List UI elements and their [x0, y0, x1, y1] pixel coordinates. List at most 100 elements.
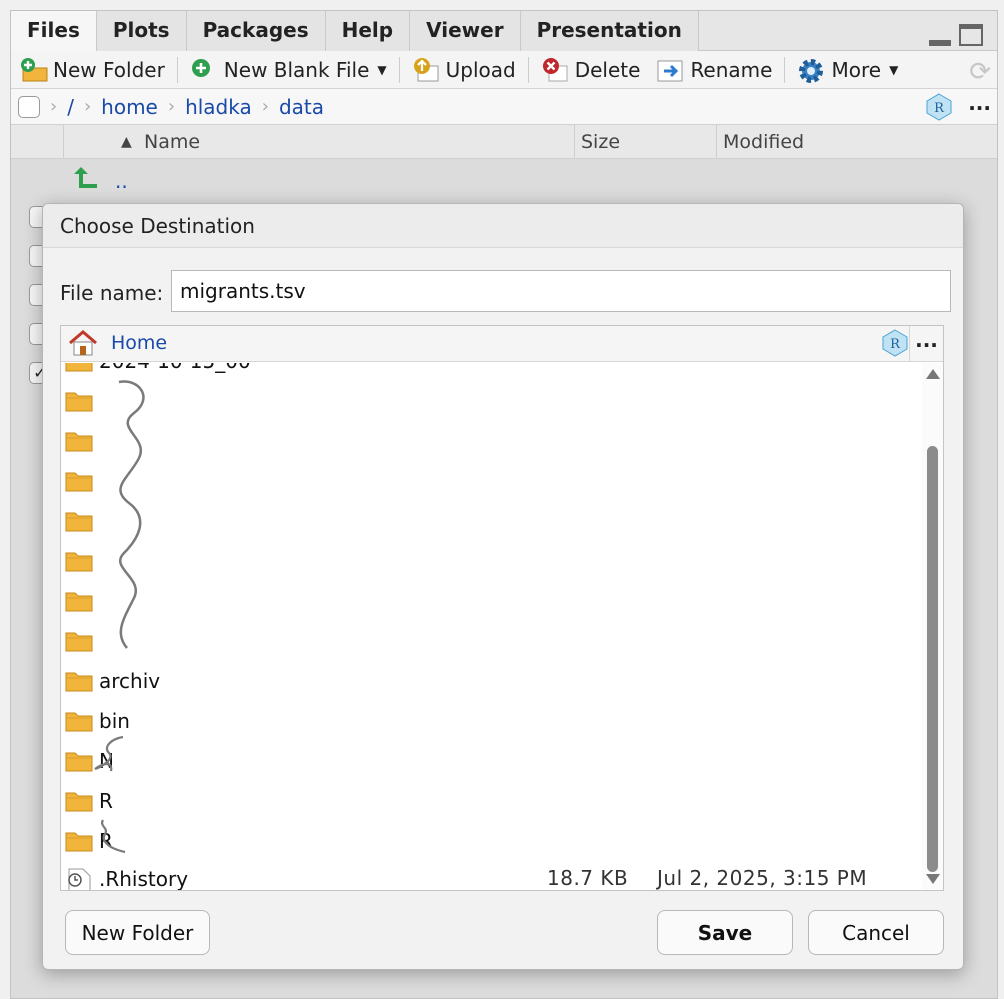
size-column-header[interactable]: Size — [574, 125, 716, 159]
tab-help[interactable]: Help — [325, 11, 411, 51]
list-item[interactable]: bin — [61, 702, 923, 742]
up-arrow-icon — [71, 166, 101, 197]
maximize-icon[interactable] — [959, 24, 983, 46]
rename-label: Rename — [690, 57, 773, 82]
chevron-right-icon: › — [50, 96, 58, 117]
folder-icon — [65, 470, 93, 496]
new-folder-label: New Folder — [53, 57, 165, 82]
gear-icon — [797, 57, 824, 83]
file-name-input[interactable] — [171, 270, 951, 312]
chevron-right-icon: › — [261, 96, 269, 117]
list-item[interactable]: archiv — [61, 662, 923, 702]
breadcrumb-hladka[interactable]: hladka — [185, 95, 252, 119]
folder-icon — [65, 363, 93, 376]
breadcrumb: › / › home › hladka › data R ... — [11, 89, 997, 125]
list-item[interactable] — [61, 462, 923, 502]
toolbar-divider — [784, 56, 786, 83]
sort-ascending-icon: ▲ — [121, 134, 132, 150]
new-blank-file-button[interactable]: New Blank File ▼ — [182, 55, 395, 85]
history-file-icon — [65, 868, 93, 890]
parent-directory-row[interactable]: .. — [71, 166, 128, 196]
more-label: More — [831, 57, 882, 82]
tab-presentation[interactable]: Presentation — [520, 11, 699, 51]
upload-button[interactable]: Upload — [404, 55, 524, 85]
new-folder-button[interactable]: New Folder — [65, 910, 210, 955]
folder-icon — [65, 430, 93, 456]
upload-icon — [412, 57, 439, 83]
list-item[interactable] — [61, 502, 923, 542]
select-all-checkbox[interactable] — [18, 95, 40, 118]
list-item[interactable] — [61, 622, 923, 662]
save-button[interactable]: Save — [657, 910, 793, 955]
more-options-icon[interactable]: ... — [968, 91, 991, 115]
delete-icon — [541, 57, 568, 83]
folder-icon — [65, 830, 93, 856]
breadcrumb-data[interactable]: data — [279, 95, 324, 119]
item-name: .Rhistory — [99, 867, 189, 890]
destination-file-list: 2024-10-15_00 — [61, 363, 923, 890]
file-list-header: ▲ Name Size Modified — [11, 125, 997, 159]
tab-packages[interactable]: Packages — [186, 11, 326, 51]
folder-icon — [65, 750, 93, 776]
scroll-down-icon[interactable] — [926, 874, 940, 884]
list-item[interactable]: N — [61, 742, 923, 782]
list-item[interactable]: R — [61, 782, 923, 822]
folder-icon — [65, 670, 93, 696]
folder-icon — [65, 590, 93, 616]
r-project-icon[interactable]: R — [881, 329, 909, 361]
item-modified: Jul 2, 2025, 3:15 PM — [657, 866, 868, 890]
folder-icon — [65, 550, 93, 576]
minimize-icon[interactable] — [929, 24, 951, 46]
name-column-header[interactable]: ▲ Name — [63, 125, 574, 159]
list-item[interactable] — [61, 542, 923, 582]
file-name-label: File name: — [60, 281, 164, 305]
more-button[interactable]: More ▼ — [789, 55, 906, 85]
window-controls — [929, 24, 983, 46]
cancel-button[interactable]: Cancel — [808, 910, 944, 955]
modified-column-header[interactable]: Modified — [716, 125, 999, 159]
item-name: 2024-10-15_00 — [99, 363, 251, 374]
tab-files[interactable]: Files — [11, 11, 97, 51]
list-item[interactable]: R — [61, 822, 923, 862]
list-item[interactable] — [61, 422, 923, 462]
chevron-down-icon: ▼ — [377, 62, 387, 77]
folder-icon — [65, 630, 93, 656]
rename-icon — [656, 57, 683, 83]
item-name: R — [99, 829, 113, 853]
new-blank-file-label: New Blank File — [223, 57, 370, 82]
item-size: 18.7 KB — [547, 866, 629, 890]
tab-plots[interactable]: Plots — [96, 11, 187, 51]
parent-directory-link[interactable]: .. — [115, 169, 128, 193]
new-folder-icon — [19, 57, 48, 83]
breadcrumb-home[interactable]: home — [101, 95, 158, 119]
vertical-scrollbar[interactable] — [922, 363, 943, 890]
scroll-up-icon[interactable] — [926, 369, 940, 379]
refresh-icon[interactable]: ⟳ — [969, 57, 991, 87]
list-item[interactable] — [61, 582, 923, 622]
chevron-right-icon: › — [83, 96, 92, 117]
delete-label: Delete — [574, 57, 641, 82]
upload-label: Upload — [445, 57, 516, 82]
chevron-down-icon: ▼ — [889, 62, 899, 77]
new-folder-button[interactable]: New Folder — [11, 55, 173, 85]
r-project-icon[interactable]: R — [925, 93, 953, 126]
folder-icon — [65, 790, 93, 816]
destination-browser: Home R ... 2024-10-15_00 — [60, 325, 944, 891]
list-item[interactable] — [61, 382, 923, 422]
list-item[interactable]: .Rhistory 18.7 KB Jul 2, 2025, 3:15 PM — [61, 860, 923, 890]
home-link[interactable]: Home — [111, 330, 167, 356]
browser-location-bar: Home R ... — [61, 326, 943, 362]
svg-text:R: R — [934, 101, 945, 116]
folder-icon — [65, 390, 93, 416]
more-options-icon[interactable]: ... — [909, 326, 943, 362]
item-name: R — [99, 789, 113, 813]
home-icon[interactable] — [67, 329, 99, 361]
chevron-right-icon: › — [167, 96, 176, 117]
scrollbar-thumb[interactable] — [927, 446, 938, 872]
delete-button[interactable]: Delete — [533, 55, 649, 85]
breadcrumb-root[interactable]: / — [67, 95, 74, 119]
tab-viewer[interactable]: Viewer — [410, 11, 521, 51]
list-item[interactable]: 2024-10-15_00 — [61, 363, 923, 382]
item-name: N — [99, 749, 114, 773]
rename-button[interactable]: Rename — [648, 55, 780, 85]
